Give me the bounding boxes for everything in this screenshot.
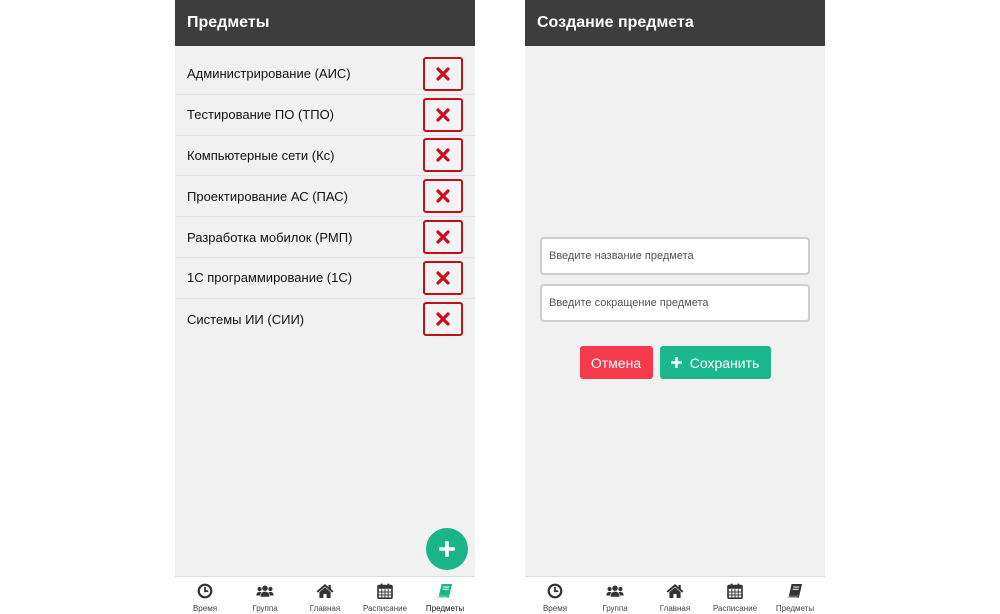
- delete-button[interactable]: [423, 56, 463, 91]
- clock-icon: [196, 582, 214, 600]
- delete-button[interactable]: [423, 138, 463, 173]
- nav-label: Предметы: [425, 604, 465, 613]
- nav-item-subjects[interactable]: Предметы: [765, 577, 825, 614]
- bottom-nav: Время Группа Главная Расписание Предметы: [175, 576, 475, 614]
- close-icon: [436, 312, 450, 326]
- nav-item-schedule[interactable]: Расписание: [705, 577, 765, 614]
- form-actions: Отмена Сохранить: [525, 346, 825, 379]
- home-icon: [316, 582, 334, 600]
- nav-item-schedule[interactable]: Расписание: [355, 577, 415, 614]
- close-icon: [436, 67, 450, 81]
- nav-item-home[interactable]: Главная: [295, 577, 355, 614]
- delete-button[interactable]: [423, 179, 463, 214]
- close-icon: [436, 230, 450, 244]
- delete-button[interactable]: [423, 220, 463, 255]
- book-icon: [436, 582, 454, 600]
- nav-label: Время: [542, 604, 568, 613]
- subject-list: Администрирование (АИС) Тестирование ПО …: [175, 54, 475, 340]
- app-bar: Предметы: [175, 0, 475, 46]
- nav-label: Расписание: [362, 604, 408, 613]
- plus-icon: [670, 357, 682, 368]
- close-icon: [436, 271, 450, 285]
- app-bar: Создание предмета: [525, 0, 825, 46]
- book-icon: [786, 582, 804, 600]
- subject-name: Компьютерные сети (Кс): [187, 147, 335, 163]
- delete-button[interactable]: [423, 260, 463, 295]
- nav-label: Время: [192, 604, 218, 613]
- bottom-nav: Время Группа Главная Расписание Предметы: [525, 576, 825, 614]
- users-icon: [606, 582, 624, 600]
- page-title: Создание предмета: [537, 14, 694, 31]
- create-subject-form: [540, 237, 810, 322]
- users-icon: [256, 582, 274, 600]
- nav-label: Главная: [309, 604, 341, 613]
- subject-name: Администрирование (АИС): [187, 66, 351, 82]
- subject-name: 1С программирование (1С): [187, 270, 353, 286]
- nav-item-group[interactable]: Группа: [235, 577, 295, 614]
- nav-label: Группа: [252, 604, 278, 613]
- nav-label: Предметы: [775, 604, 815, 613]
- save-label: Сохранить: [689, 354, 760, 371]
- delete-button[interactable]: [423, 97, 463, 132]
- cancel-label: Отмена: [590, 354, 642, 371]
- list-item: 1С программирование (1С): [175, 258, 475, 299]
- nav-item-subjects[interactable]: Предметы: [415, 577, 475, 614]
- nav-label: Главная: [659, 604, 691, 613]
- page-title: Предметы: [187, 14, 270, 31]
- nav-item-time[interactable]: Время: [525, 577, 585, 614]
- save-button[interactable]: Сохранить: [659, 346, 771, 379]
- cancel-button[interactable]: Отмена: [579, 346, 653, 379]
- nav-item-time[interactable]: Время: [175, 577, 235, 614]
- clock-icon: [546, 582, 564, 600]
- close-icon: [436, 148, 450, 163]
- subject-abbreviation-input[interactable]: [540, 284, 810, 322]
- subject-name: Проектирование АС (ПАС): [187, 188, 348, 204]
- nav-label: Группа: [602, 604, 628, 613]
- list-item: Администрирование (АИС): [175, 54, 475, 95]
- create-subject-screen: Создание предмета Отмена Сохранить Время: [525, 0, 825, 614]
- list-item: Проектирование АС (ПАС): [175, 176, 475, 218]
- close-icon: [436, 108, 450, 122]
- plus-icon: [439, 541, 455, 557]
- nav-item-home[interactable]: Главная: [645, 577, 705, 614]
- list-item: Системы ИИ (СИИ): [175, 299, 475, 340]
- nav-item-group[interactable]: Группа: [585, 577, 645, 614]
- list-item: Компьютерные сети (Кс): [175, 136, 475, 177]
- subjects-screen: Предметы Администрирование (АИС) Тестиро…: [175, 0, 475, 614]
- delete-button[interactable]: [423, 302, 463, 337]
- list-item: Тестирование ПО (ТПО): [175, 95, 475, 136]
- add-subject-button[interactable]: [426, 528, 468, 570]
- subject-name: Системы ИИ (СИИ): [187, 311, 305, 327]
- home-icon: [666, 582, 684, 600]
- calendar-icon: [726, 582, 744, 600]
- subject-name: Тестирование ПО (ТПО): [187, 107, 335, 123]
- nav-label: Расписание: [712, 604, 758, 613]
- calendar-icon: [376, 582, 394, 600]
- list-item: Разработка мобилок (РМП): [175, 217, 475, 258]
- close-icon: [436, 189, 450, 203]
- subject-name-input[interactable]: [540, 237, 810, 275]
- subject-name: Разработка мобилок (РМП): [187, 229, 353, 245]
